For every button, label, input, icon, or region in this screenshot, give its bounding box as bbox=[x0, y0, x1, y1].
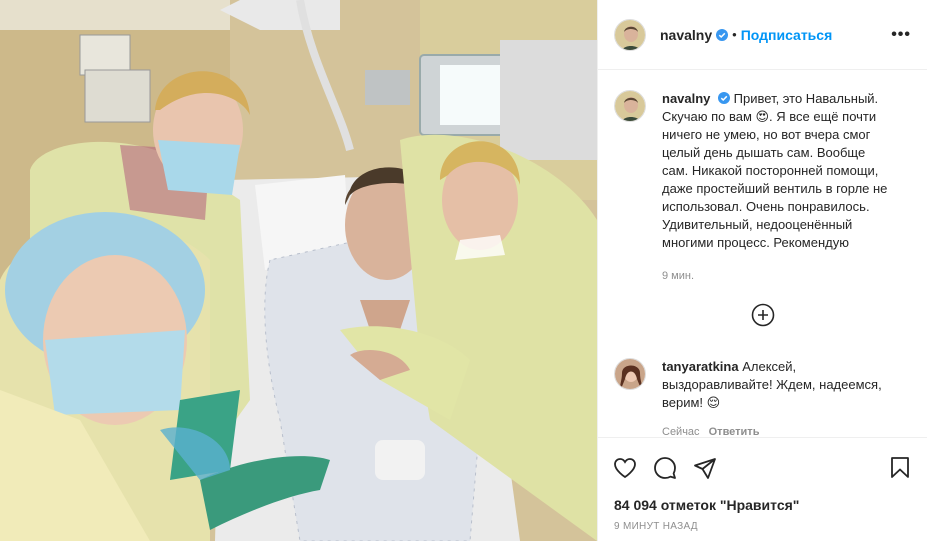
post-photo[interactable] bbox=[0, 0, 597, 541]
comment-author[interactable]: tanyaratkina bbox=[662, 359, 739, 374]
comment-icon bbox=[654, 456, 676, 479]
commenter-avatar[interactable] bbox=[614, 358, 646, 390]
hospital-photo bbox=[0, 0, 597, 541]
like-count[interactable]: 84 094 отметок "Нравится" bbox=[598, 497, 927, 517]
verified-icon bbox=[718, 92, 731, 104]
caption-body: Привет, это Навальный. Скучаю по вам 😍. … bbox=[662, 91, 888, 250]
post-timestamp: 9 МИНУТ НАЗАД bbox=[614, 521, 698, 532]
post-header: navalny • Подписаться ••• bbox=[598, 0, 927, 70]
like-button[interactable] bbox=[612, 455, 638, 481]
share-icon bbox=[694, 457, 716, 479]
separator-dot: • bbox=[732, 27, 737, 42]
more-icon[interactable]: ••• bbox=[891, 26, 911, 44]
save-button[interactable] bbox=[887, 455, 913, 481]
caption-timestamp[interactable]: 9 мин. bbox=[662, 270, 892, 282]
action-bar bbox=[598, 437, 927, 497]
comment-timestamp: Сейчас bbox=[662, 426, 700, 437]
load-more-button[interactable] bbox=[750, 302, 776, 328]
author-avatar[interactable] bbox=[614, 18, 646, 51]
comment-button[interactable] bbox=[652, 455, 678, 481]
bookmark-icon bbox=[891, 456, 909, 478]
heart-icon bbox=[614, 457, 636, 478]
caption-block: navalny Привет, это Навальный. Скучаю по… bbox=[614, 90, 911, 282]
verified-icon bbox=[716, 28, 729, 41]
share-button[interactable] bbox=[692, 455, 718, 481]
caption-avatar[interactable] bbox=[614, 90, 646, 122]
caption-text: navalny Привет, это Навальный. Скучаю по… bbox=[662, 90, 892, 252]
comment-meta: Сейчас Ответить bbox=[662, 426, 892, 437]
reply-button[interactable]: Ответить bbox=[709, 426, 760, 437]
comment-item: tanyaratkina Алексей, выздоравливайте! Ж… bbox=[614, 358, 911, 437]
comment-text: tanyaratkina Алексей, выздоравливайте! Ж… bbox=[662, 358, 892, 412]
instagram-post: navalny • Подписаться ••• navalny Привет… bbox=[0, 0, 927, 541]
caption-author[interactable]: navalny bbox=[662, 91, 710, 106]
comments-section[interactable]: navalny Привет, это Навальный. Скучаю по… bbox=[598, 70, 927, 437]
post-sidebar: navalny • Подписаться ••• navalny Привет… bbox=[597, 0, 927, 541]
follow-button[interactable]: Подписаться bbox=[741, 27, 833, 43]
plus-circle-icon bbox=[751, 303, 774, 327]
author-username[interactable]: navalny bbox=[660, 27, 712, 43]
